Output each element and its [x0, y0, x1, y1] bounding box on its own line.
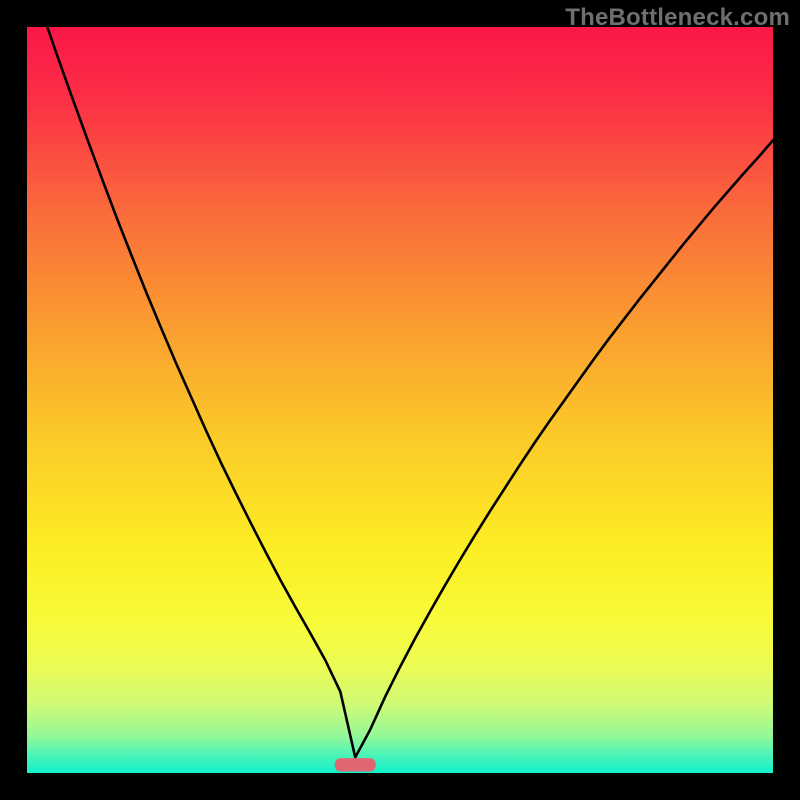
plot-area [27, 27, 773, 773]
chart-frame: TheBottleneck.com [0, 0, 800, 800]
watermark-text: TheBottleneck.com [565, 4, 790, 32]
bottleneck-chart [27, 27, 773, 773]
gradient-background [27, 27, 773, 773]
minimum-marker [335, 758, 376, 771]
